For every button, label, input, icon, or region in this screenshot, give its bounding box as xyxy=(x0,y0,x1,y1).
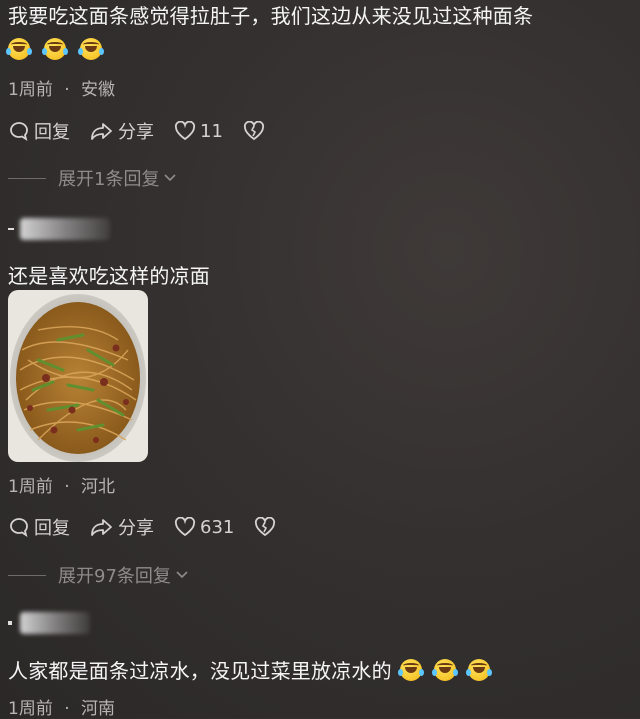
share-arrow-icon xyxy=(91,519,112,536)
share-label: 分享 xyxy=(118,518,154,539)
cold-noodles-photo[interactable] xyxy=(8,290,148,462)
meta-separator: · xyxy=(64,80,70,100)
reply-button[interactable]: 回复 xyxy=(8,118,70,144)
emoji-row xyxy=(6,38,104,60)
comment-text: 我要吃这面条感觉得拉肚子，我们这边从来没见过这种面条 xyxy=(8,4,534,28)
laugh-cry-emoji-icon xyxy=(465,658,492,681)
comment-meta: 1周前 · 安徽 xyxy=(8,75,115,100)
expand-label: 展开1条回复 xyxy=(58,169,160,190)
noodle-bowl-icon xyxy=(8,290,148,462)
blurred-username xyxy=(20,218,110,240)
dislike-button[interactable] xyxy=(243,118,265,144)
comment-text-row: 人家都是面条过凉水，没见过菜里放凉水的 xyxy=(8,655,492,684)
reply-bubble-icon xyxy=(10,122,28,141)
comment-meta: 1周前 · 河北 xyxy=(8,472,115,497)
comment-author[interactable] xyxy=(8,612,90,634)
chevron-down-icon xyxy=(176,571,188,579)
like-button[interactable]: 631 xyxy=(174,514,234,540)
share-button[interactable]: 分享 xyxy=(90,118,154,144)
comment-location: 河北 xyxy=(81,477,116,497)
comment-location: 河南 xyxy=(81,699,116,719)
divider-line xyxy=(8,177,46,179)
meta-separator: · xyxy=(64,699,70,719)
blurred-username xyxy=(20,612,90,634)
laugh-cry-emoji-icon xyxy=(6,38,32,60)
like-button[interactable]: 11 xyxy=(174,118,223,144)
laugh-cry-emoji-icon xyxy=(42,38,68,60)
comment-time: 1周前 xyxy=(8,80,53,100)
like-count: 631 xyxy=(200,516,235,538)
dislike-button[interactable] xyxy=(254,514,276,540)
expand-replies-button[interactable]: 展开97条回复 xyxy=(8,562,189,588)
comment-time: 1周前 xyxy=(8,477,53,497)
reply-bubble-icon xyxy=(10,518,28,537)
share-button[interactable]: 分享 xyxy=(90,514,154,540)
comment-actions: 回复 分享 11 xyxy=(8,118,265,144)
expand-label: 展开97条回复 xyxy=(58,566,171,587)
broken-heart-icon xyxy=(255,517,276,537)
like-count: 11 xyxy=(200,120,223,142)
comment-actions: 回复 分享 631 xyxy=(8,514,276,540)
share-arrow-icon xyxy=(91,123,112,140)
meta-separator: · xyxy=(64,477,70,497)
broken-heart-icon xyxy=(243,121,264,141)
laugh-cry-emoji-icon xyxy=(431,658,458,681)
reply-label: 回复 xyxy=(34,122,70,143)
comment-author[interactable] xyxy=(8,218,110,240)
reply-button[interactable]: 回复 xyxy=(8,514,70,540)
heart-icon xyxy=(174,517,196,537)
comment-time: 1周前 xyxy=(8,699,53,719)
laugh-cry-emoji-icon xyxy=(78,38,104,60)
comment-location: 安徽 xyxy=(81,80,116,100)
comment-meta: 1周前 · 河南 xyxy=(8,694,115,719)
expand-replies-button[interactable]: 展开1条回复 xyxy=(8,165,177,191)
author-mark xyxy=(8,621,12,625)
laugh-cry-emoji-icon xyxy=(397,658,424,681)
comment-text: 还是喜欢吃这样的凉面 xyxy=(8,264,210,288)
author-mark xyxy=(8,228,14,230)
share-label: 分享 xyxy=(118,122,154,143)
divider-line xyxy=(8,574,46,576)
reply-label: 回复 xyxy=(34,518,70,539)
heart-icon xyxy=(174,121,196,141)
comment-text: 人家都是面条过凉水，没见过菜里放凉水的 xyxy=(8,659,392,683)
chevron-down-icon xyxy=(164,174,177,182)
